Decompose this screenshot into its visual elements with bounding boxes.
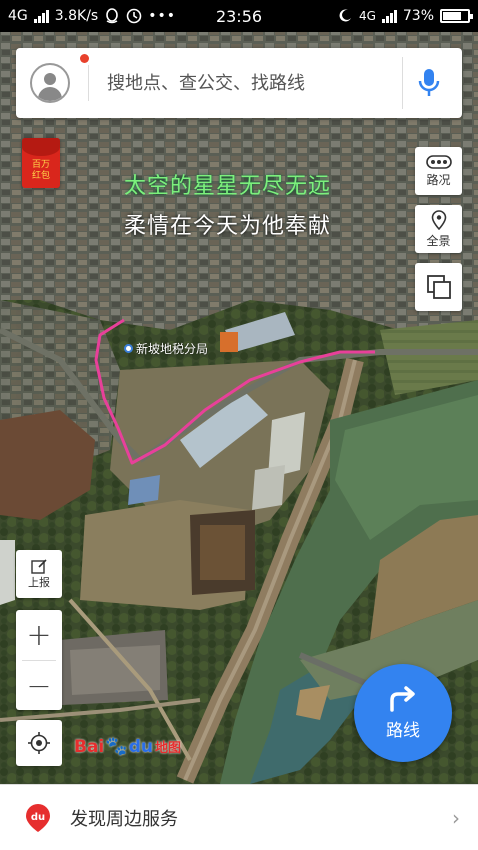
zoom-in-button[interactable]: + bbox=[16, 610, 62, 660]
poi-label: 新坡地税分局 bbox=[136, 342, 209, 356]
location-pin-icon bbox=[431, 209, 446, 230]
route-button[interactable]: 路线 bbox=[354, 664, 452, 762]
status-bar: 4G 3.8K/s ••• 23:56 4G 73% bbox=[0, 0, 478, 32]
logo-du: du bbox=[128, 736, 153, 757]
alarm-icon bbox=[339, 9, 351, 22]
search-input[interactable] bbox=[89, 72, 402, 94]
app-notification-icon bbox=[126, 8, 142, 24]
du-pin-icon: du bbox=[24, 803, 52, 833]
zoom-out-button[interactable]: − bbox=[16, 661, 62, 711]
poi-dot-icon bbox=[124, 344, 133, 353]
zoom-control: + − bbox=[16, 610, 62, 710]
chevron-right-icon: › bbox=[452, 805, 460, 830]
layers-button[interactable] bbox=[415, 263, 462, 311]
network-speed: 3.8K/s bbox=[54, 8, 99, 24]
svg-text:du: du bbox=[31, 812, 45, 823]
baidu-map-logo: Bai 🐾 du 地图 bbox=[74, 736, 181, 757]
panorama-label: 全景 bbox=[426, 233, 451, 248]
notification-dot bbox=[80, 54, 89, 63]
more-notifications-icon: ••• bbox=[148, 8, 177, 24]
signal-icon-right bbox=[381, 9, 397, 23]
edit-report-icon bbox=[31, 559, 47, 574]
panorama-button[interactable]: 全景 bbox=[415, 205, 462, 253]
report-button[interactable]: 上报 bbox=[16, 550, 62, 598]
baidu-paw-icon: 🐾 bbox=[105, 736, 128, 757]
network-type-right: 4G bbox=[358, 9, 376, 23]
search-bar bbox=[16, 48, 462, 118]
traffic-icon bbox=[425, 154, 452, 169]
layers-icon bbox=[426, 275, 451, 299]
lyric-line-2: 柔情在今天为他奉献 bbox=[124, 214, 332, 239]
poi-marker[interactable]: 新坡地税分局 bbox=[124, 340, 208, 357]
signal-icon bbox=[33, 9, 49, 23]
red-envelope-promo[interactable]: 百万红包 bbox=[22, 138, 60, 188]
logo-suffix: 地图 bbox=[154, 741, 181, 756]
route-arrow-icon bbox=[390, 685, 415, 712]
voice-search-button[interactable] bbox=[402, 57, 454, 109]
traffic-button[interactable]: 路况 bbox=[415, 147, 462, 195]
battery-percent: 73% bbox=[402, 8, 434, 24]
red-envelope-text: 百万红包 bbox=[31, 160, 50, 181]
nearby-services-bar[interactable]: du 发现周边服务 › bbox=[0, 784, 478, 850]
traffic-label: 路况 bbox=[426, 172, 451, 187]
battery-icon bbox=[440, 9, 473, 23]
logo-bai: Bai bbox=[74, 736, 105, 757]
qq-icon bbox=[106, 8, 119, 24]
lyric-line-1: 太空的星星无尽无远 bbox=[124, 174, 332, 199]
network-type-left: 4G bbox=[8, 8, 28, 24]
route-label: 路线 bbox=[386, 720, 420, 741]
report-label: 上报 bbox=[28, 576, 50, 589]
microphone-icon bbox=[418, 69, 439, 96]
nearby-services-text: 发现周边服务 bbox=[70, 808, 178, 830]
locate-button[interactable] bbox=[16, 720, 62, 766]
user-avatar[interactable] bbox=[30, 63, 70, 103]
locate-icon bbox=[28, 732, 50, 754]
